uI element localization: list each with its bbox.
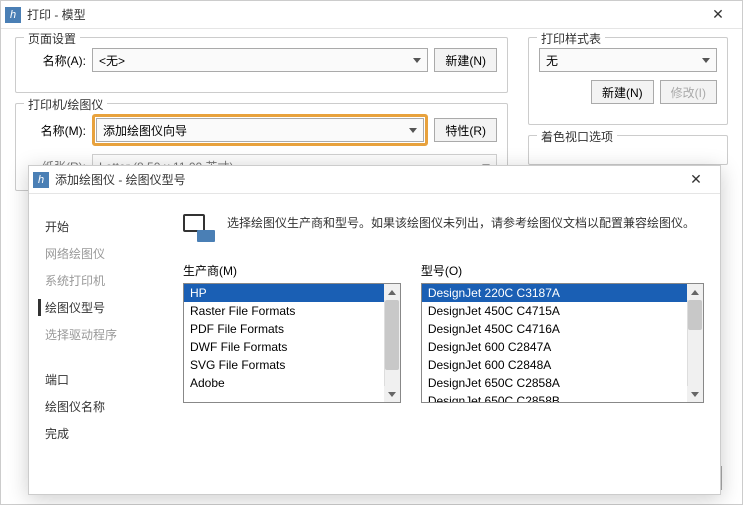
page-setup-group: 页面设置 名称(A): <无> 新建(N) xyxy=(15,37,508,93)
list-item[interactable]: DesignJet 220C C3187A xyxy=(422,284,703,302)
printer-legend: 打印机/绘图仪 xyxy=(24,96,107,113)
wizard-titlebar: h 添加绘图仪 - 绘图仪型号 ✕ xyxy=(29,166,720,194)
window-title: 打印 - 模型 xyxy=(27,6,698,23)
viewport-group: 着色视口选项 xyxy=(528,135,728,165)
scrollbar-thumb[interactable] xyxy=(688,300,702,330)
close-icon[interactable]: ✕ xyxy=(676,168,716,192)
add-plotter-wizard: h 添加绘图仪 - 绘图仪型号 ✕ 开始 网络绘图仪 系统打印机 绘图仪型号 选… xyxy=(28,165,721,495)
styles-select[interactable]: 无 xyxy=(539,48,717,72)
nav-network[interactable]: 网络绘图仪 xyxy=(45,245,155,262)
printer-name-value: 添加绘图仪向导 xyxy=(103,122,187,139)
wizard-hint: 选择绘图仪生产商和型号。如果该绘图仪未列出，请参考绘图仪文档以配置兼容绘图仪。 xyxy=(227,214,695,233)
nav-start[interactable]: 开始 xyxy=(45,218,155,235)
nav-driver[interactable]: 选择驱动程序 xyxy=(45,326,155,343)
nav-port[interactable]: 端口 xyxy=(45,371,155,388)
list-item[interactable]: DWF File Formats xyxy=(184,338,400,356)
page-setup-legend: 页面设置 xyxy=(24,30,80,47)
model-listbox[interactable]: DesignJet 220C C3187ADesignJet 450C C471… xyxy=(421,283,704,403)
chevron-up-icon xyxy=(691,290,699,295)
page-name-select[interactable]: <无> xyxy=(92,48,428,72)
mfr-label: 生产商(M) xyxy=(183,262,401,279)
scrollbar[interactable] xyxy=(384,284,400,402)
list-item[interactable]: DesignJet 650C C2858A xyxy=(422,374,703,392)
chevron-down-icon xyxy=(702,58,710,63)
list-item[interactable]: DesignJet 600 C2847A xyxy=(422,338,703,356)
chevron-up-icon xyxy=(388,290,396,295)
scrollbar-thumb[interactable] xyxy=(385,300,399,370)
printer-name-select[interactable]: 添加绘图仪向导 xyxy=(96,118,424,142)
chevron-down-icon xyxy=(691,392,699,397)
app-icon: h xyxy=(33,172,49,188)
plotter-icon xyxy=(183,214,215,242)
styles-group: 打印样式表 无 新建(N) 修改(I) xyxy=(528,37,728,125)
page-name-value: <无> xyxy=(99,52,125,69)
nav-finish[interactable]: 完成 xyxy=(45,425,155,442)
list-item[interactable]: SVG File Formats xyxy=(184,356,400,374)
list-item[interactable]: Raster File Formats xyxy=(184,302,400,320)
nav-model[interactable]: 绘图仪型号 xyxy=(38,299,155,316)
app-icon: h xyxy=(5,7,21,23)
styles-legend: 打印样式表 xyxy=(537,30,605,47)
nav-name[interactable]: 绘图仪名称 xyxy=(45,398,155,415)
list-item[interactable]: DesignJet 450C C4715A xyxy=(422,302,703,320)
printer-props-button[interactable]: 特性(R) xyxy=(434,118,497,142)
titlebar: h 打印 - 模型 ✕ xyxy=(1,1,742,29)
model-label: 型号(O) xyxy=(421,262,704,279)
list-item[interactable]: DesignJet 650C C2858B xyxy=(422,392,703,402)
wizard-title: 添加绘图仪 - 绘图仪型号 xyxy=(55,171,676,188)
printer-name-label: 名称(M): xyxy=(26,122,86,139)
chevron-down-icon xyxy=(409,128,417,133)
list-item[interactable]: DesignJet 600 C2848A xyxy=(422,356,703,374)
list-item[interactable]: PDF File Formats xyxy=(184,320,400,338)
styles-value: 无 xyxy=(546,52,558,69)
list-item[interactable]: Adobe xyxy=(184,374,400,392)
chevron-down-icon xyxy=(413,58,421,63)
list-item[interactable]: DesignJet 450C C4716A xyxy=(422,320,703,338)
styles-edit-button[interactable]: 修改(I) xyxy=(660,80,717,104)
scrollbar[interactable] xyxy=(687,284,703,402)
mfr-listbox[interactable]: HPRaster File FormatsPDF File FormatsDWF… xyxy=(183,283,401,403)
page-name-label: 名称(A): xyxy=(26,52,86,69)
styles-new-button[interactable]: 新建(N) xyxy=(591,80,654,104)
close-icon[interactable]: ✕ xyxy=(698,3,738,27)
list-item[interactable]: HP xyxy=(184,284,400,302)
nav-system[interactable]: 系统打印机 xyxy=(45,272,155,289)
viewport-legend: 着色视口选项 xyxy=(537,128,617,145)
wizard-nav: 开始 网络绘图仪 系统打印机 绘图仪型号 选择驱动程序 端口 绘图仪名称 完成 xyxy=(45,214,155,484)
chevron-down-icon xyxy=(388,392,396,397)
page-new-button[interactable]: 新建(N) xyxy=(434,48,497,72)
